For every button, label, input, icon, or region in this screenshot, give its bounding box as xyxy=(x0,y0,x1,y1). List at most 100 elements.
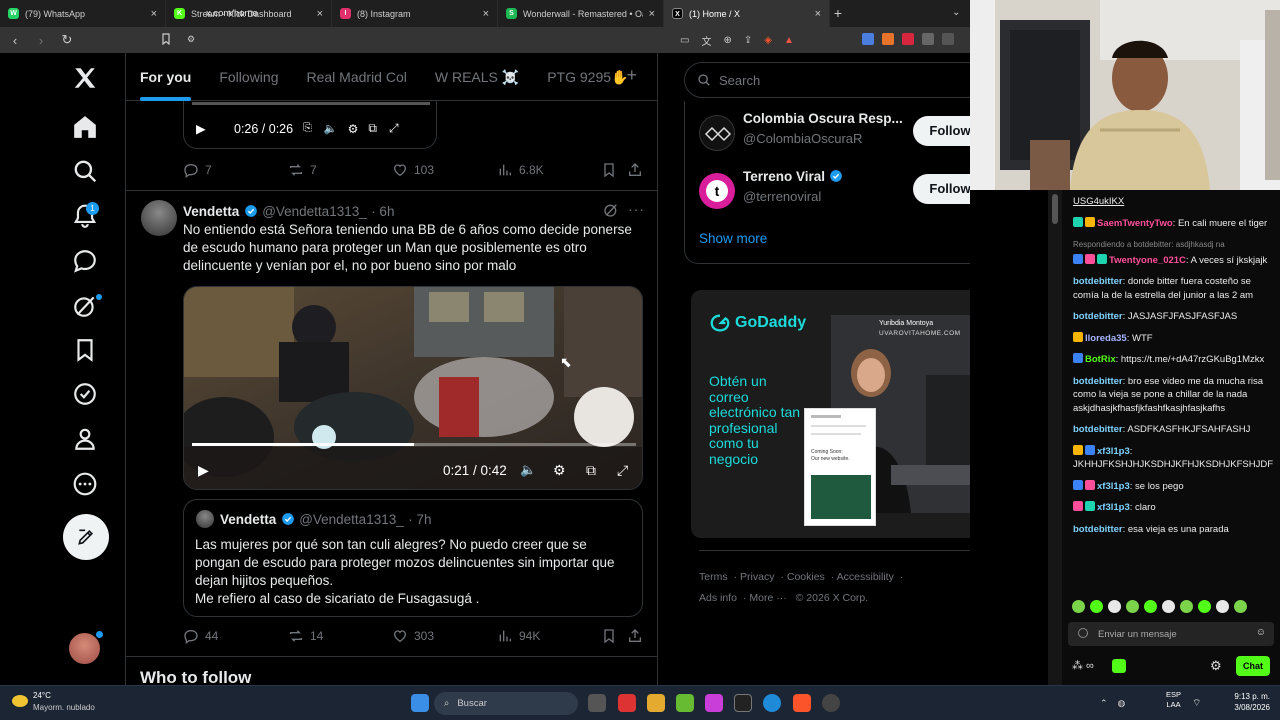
volume-icon[interactable]: 🔈 xyxy=(324,122,338,135)
chat-username[interactable]: Twentyone_021C xyxy=(1109,255,1186,266)
previous-video[interactable]: ▶ 0:26 / 0:26 ⎘ 🔈 ⚙ ⧉ ⤢ xyxy=(183,101,437,149)
language-indicator[interactable]: ESP LAA xyxy=(1166,690,1181,710)
tweet-video[interactable]: ▶ 0:21 / 0:42 🔈 ⚙ ⧉ ⤢ xyxy=(183,286,643,490)
follow-button[interactable]: Follow xyxy=(913,116,970,146)
pip-icon[interactable]: ⧉ xyxy=(586,462,596,479)
quoted-tweet[interactable]: Vendetta @Vendetta1313_ · 7h Las mujeres… xyxy=(183,499,643,617)
tab-for-you[interactable]: For you xyxy=(126,53,205,101)
translate-icon[interactable]: 文 xyxy=(701,33,711,48)
emote-icon[interactable] xyxy=(1126,600,1139,613)
x-logo-icon[interactable] xyxy=(72,65,100,93)
emote-icon[interactable] xyxy=(1144,600,1157,613)
browser-tab[interactable]: I (8) Instagram × xyxy=(332,0,498,27)
terminal-icon[interactable] xyxy=(734,694,752,712)
emote-icon[interactable] xyxy=(1216,600,1229,613)
reply-button[interactable]: 7 xyxy=(183,162,212,178)
new-tab-button[interactable]: + xyxy=(826,0,850,27)
chat-username[interactable]: BotRix xyxy=(1085,354,1116,365)
app-power-icon[interactable] xyxy=(618,694,636,712)
chat-message-input[interactable]: Enviar un mensaje ☺ xyxy=(1068,622,1274,646)
chat-username[interactable]: botdebitter xyxy=(1073,276,1123,287)
add-tab-icon[interactable]: + xyxy=(626,65,637,86)
footer-terms[interactable]: Terms xyxy=(699,571,728,583)
share-button[interactable] xyxy=(627,628,643,644)
compose-post-button[interactable] xyxy=(63,514,109,560)
chat-username[interactable]: botdebitter xyxy=(1073,424,1123,435)
tray-chevron-icon[interactable]: ⌃ xyxy=(1100,698,1108,709)
clock[interactable]: 9:13 p. m. 3/08/2026 xyxy=(1230,691,1270,713)
messages-icon[interactable] xyxy=(72,248,100,276)
chat-username[interactable]: xf3l1p3 xyxy=(1097,502,1130,513)
edge-icon[interactable] xyxy=(763,694,781,712)
tab-w-reals[interactable]: W REALS ☠️ xyxy=(421,53,533,101)
chat-username[interactable]: botdebitter xyxy=(1073,524,1123,535)
like-button[interactable]: 103 xyxy=(392,162,434,178)
site-info-icon[interactable]: ⚙ xyxy=(187,34,195,45)
follow-button[interactable]: Follow xyxy=(913,174,970,204)
cast-icon[interactable]: ▭ xyxy=(680,35,689,46)
search-box[interactable]: Search xyxy=(684,62,970,98)
chat-tools-icon[interactable]: ⁂ ∞ xyxy=(1072,659,1094,672)
taskbar-search[interactable]: ⌕ Buscar xyxy=(434,692,578,715)
share-button[interactable] xyxy=(627,162,643,178)
browser-tab[interactable]: W (79) WhatsApp × xyxy=(0,0,166,27)
show-more-link[interactable]: Show more xyxy=(699,231,767,246)
network-icon[interactable]: ⌔ xyxy=(1192,697,1201,710)
brave-icon[interactable] xyxy=(793,694,811,712)
tray-app-icon[interactable]: ◍ xyxy=(1118,698,1126,709)
home-icon[interactable] xyxy=(72,114,100,142)
chat-username[interactable]: xf3l1p3 xyxy=(1097,481,1130,492)
extension-translate-icon[interactable] xyxy=(862,33,874,45)
views-button[interactable]: 6.8K xyxy=(497,162,544,178)
chat-send-button[interactable]: Chat xyxy=(1236,656,1270,676)
extension-m-icon[interactable] xyxy=(902,33,914,45)
emote-icon[interactable] xyxy=(1072,600,1085,613)
chat-scrollbar[interactable] xyxy=(1048,190,1062,685)
settings-icon[interactable]: ⚙ xyxy=(553,462,566,479)
profile-icon[interactable] xyxy=(942,33,954,45)
close-tab-icon[interactable]: × xyxy=(151,8,157,20)
video-progress-bar[interactable] xyxy=(192,102,430,105)
captions-icon[interactable]: ⎘ xyxy=(303,122,312,135)
forward-icon[interactable]: › xyxy=(34,33,48,48)
browser-tab[interactable]: S Wonderwall - Remastered • Oasis × xyxy=(498,0,664,27)
close-tab-icon[interactable]: × xyxy=(815,8,821,20)
windows-start-icon[interactable] xyxy=(411,694,429,712)
tweet-more-icon[interactable]: ··· xyxy=(628,201,645,217)
bookmark-page-icon[interactable] xyxy=(160,33,172,45)
volume-icon[interactable]: 🔈 xyxy=(520,462,536,478)
footer-ads-info[interactable]: Ads info xyxy=(699,592,737,604)
godaddy-ad[interactable]: ··· GoDaddy Obtén un correo electrónico … xyxy=(691,290,970,538)
file-explorer-icon[interactable] xyxy=(647,694,665,712)
profile-icon[interactable] xyxy=(72,426,100,454)
footer-more[interactable]: More ··· xyxy=(749,592,786,604)
url-field[interactable]: x.com/home xyxy=(206,8,258,19)
chat-user-icon[interactable] xyxy=(1078,628,1088,638)
close-tab-icon[interactable]: × xyxy=(649,8,655,20)
emote-icon[interactable] xyxy=(1180,600,1193,613)
grok-explain-icon[interactable] xyxy=(603,202,619,218)
repost-button[interactable]: 14 xyxy=(288,628,323,644)
bookmark-button[interactable] xyxy=(601,628,617,644)
more-options-icon[interactable] xyxy=(72,471,100,499)
weather-desc[interactable]: Mayorm. nublado xyxy=(33,703,95,712)
tweet-author-name[interactable]: Vendetta xyxy=(183,204,239,219)
weather-temp[interactable]: 24°C xyxy=(33,691,51,700)
settings-icon[interactable]: ⚙ xyxy=(348,122,359,136)
chat-username[interactable]: botdebitter xyxy=(1073,376,1123,387)
tab-real-madrid-col[interactable]: Real Madrid Col xyxy=(292,53,420,101)
chat-username[interactable]: xf3l1p3 xyxy=(1097,446,1130,457)
brave-rewards-icon[interactable]: ▲ xyxy=(784,35,794,46)
close-tab-icon[interactable]: × xyxy=(317,8,323,20)
tweet-author-avatar[interactable] xyxy=(141,200,177,236)
fullscreen-icon[interactable]: ⤢ xyxy=(617,462,628,479)
play-icon[interactable]: ▶ xyxy=(196,121,212,136)
emoji-icon[interactable]: ☺ xyxy=(1256,627,1266,638)
copilot-icon[interactable] xyxy=(705,694,723,712)
repost-button[interactable]: 7 xyxy=(288,162,317,178)
emote-icon[interactable] xyxy=(1108,600,1121,613)
verified-orgs-icon[interactable] xyxy=(72,381,100,409)
emote-icon[interactable] xyxy=(1234,600,1247,613)
browser-tab[interactable]: X (1) Home / X × xyxy=(664,0,830,27)
reload-icon[interactable]: ↻ xyxy=(60,32,74,48)
